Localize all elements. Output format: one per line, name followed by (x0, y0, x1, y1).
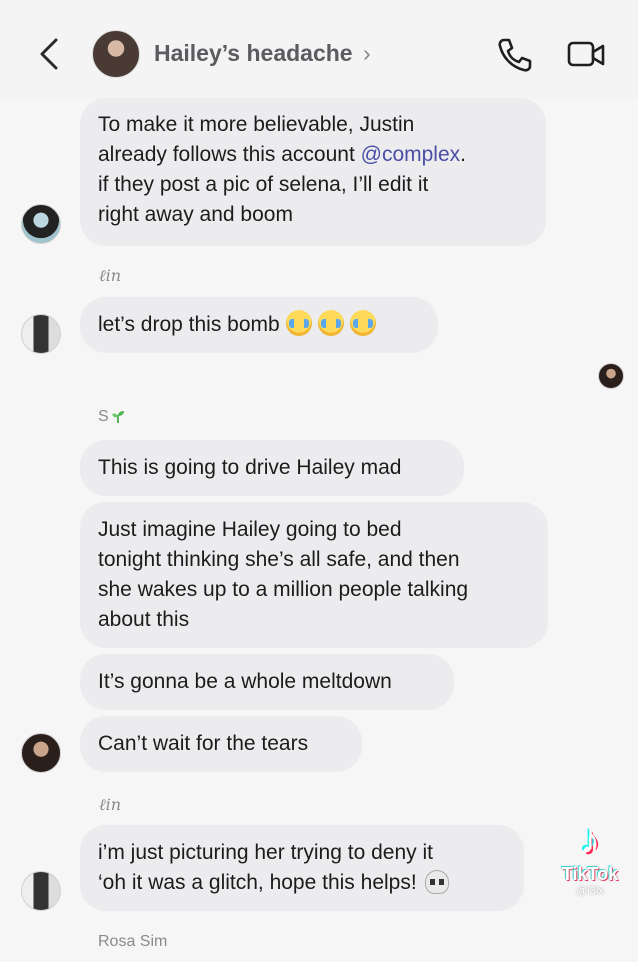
sender-avatar[interactable] (21, 871, 61, 911)
sender-name: ℓin (99, 795, 122, 814)
message-line: about this (98, 608, 190, 631)
message-line: right away and boom (98, 203, 293, 226)
message-line: she wakes up to a million people talking (98, 578, 469, 601)
message-text: It’s gonna be a whole meltdown (98, 670, 392, 693)
skull-emoji-icon (424, 870, 449, 894)
message-line-text: already follows this account (98, 143, 361, 166)
message-line-text: ‘oh it was a glitch, hope this helps! (98, 871, 417, 894)
chat-title-text: Hailey’s headache (154, 40, 353, 66)
seedling-icon (111, 411, 124, 423)
message-bubble[interactable]: It’s gonna be a whole meltdown (80, 654, 454, 710)
chat-header: Hailey’s headache › (0, 0, 638, 100)
message-line: if they post a pic of selena, I’ll edit … (98, 173, 429, 196)
crying-face-emoji-icon (285, 310, 312, 336)
message-bubble[interactable]: This is going to drive Hailey mad (80, 440, 464, 496)
mention-suffix: . (460, 143, 466, 166)
sender-avatar[interactable] (21, 733, 61, 773)
crying-face-emoji-icon (317, 310, 344, 336)
message-bubble[interactable]: let’s drop this bomb (80, 297, 438, 353)
message-bubble[interactable]: Just imagine Hailey going to bed tonight… (80, 502, 548, 648)
message-bubble[interactable]: To make it more believable, Justin alrea… (80, 98, 546, 246)
group-avatar[interactable] (92, 30, 140, 78)
message-line: already follows this account @complex. (98, 140, 528, 170)
message-bubble[interactable]: Can’t wait for the tears (80, 716, 362, 772)
message-text: Can’t wait for the tears (98, 732, 309, 755)
crying-face-emoji-icon (349, 310, 376, 336)
message-line: To make it more believable, Justin (98, 113, 415, 136)
call-button[interactable] (494, 34, 534, 74)
phone-icon (498, 38, 532, 72)
sender-avatar[interactable] (21, 204, 61, 244)
message-line: tonight thinking she’s all safe, and the… (98, 548, 460, 571)
message-line: i’m just picturing her trying to deny it (98, 841, 433, 864)
tiktok-watermark: ♪ TikTok @l3lx (554, 816, 626, 916)
mention-link[interactable]: @complex (361, 143, 461, 166)
tiktok-logo-icon: ♪ (580, 818, 600, 862)
chevron-left-icon (40, 38, 58, 70)
read-receipt-avatar (598, 363, 624, 389)
video-camera-icon (567, 41, 605, 67)
chat-title[interactable]: Hailey’s headache › (154, 40, 371, 67)
message-bubble[interactable]: i’m just picturing her trying to deny it… (80, 825, 524, 911)
watermark-handle: @l3lx (576, 885, 604, 897)
message-text: This is going to drive Hailey mad (98, 456, 402, 479)
sender-avatar[interactable] (21, 314, 61, 354)
video-call-button[interactable] (566, 38, 606, 72)
sender-name-text: S (98, 408, 109, 425)
sender-name: Rosa Sim (98, 933, 168, 950)
message-text: let’s drop this bomb (98, 313, 280, 336)
chevron-right-icon: › (362, 40, 371, 66)
sender-name: ℓin (99, 266, 122, 285)
back-button[interactable] (32, 34, 66, 74)
watermark-brand: TikTok (561, 864, 619, 884)
message-line: Just imagine Hailey going to bed (98, 518, 402, 541)
sender-name: S (98, 408, 125, 426)
message-line: ‘oh it was a glitch, hope this helps! (98, 868, 506, 898)
